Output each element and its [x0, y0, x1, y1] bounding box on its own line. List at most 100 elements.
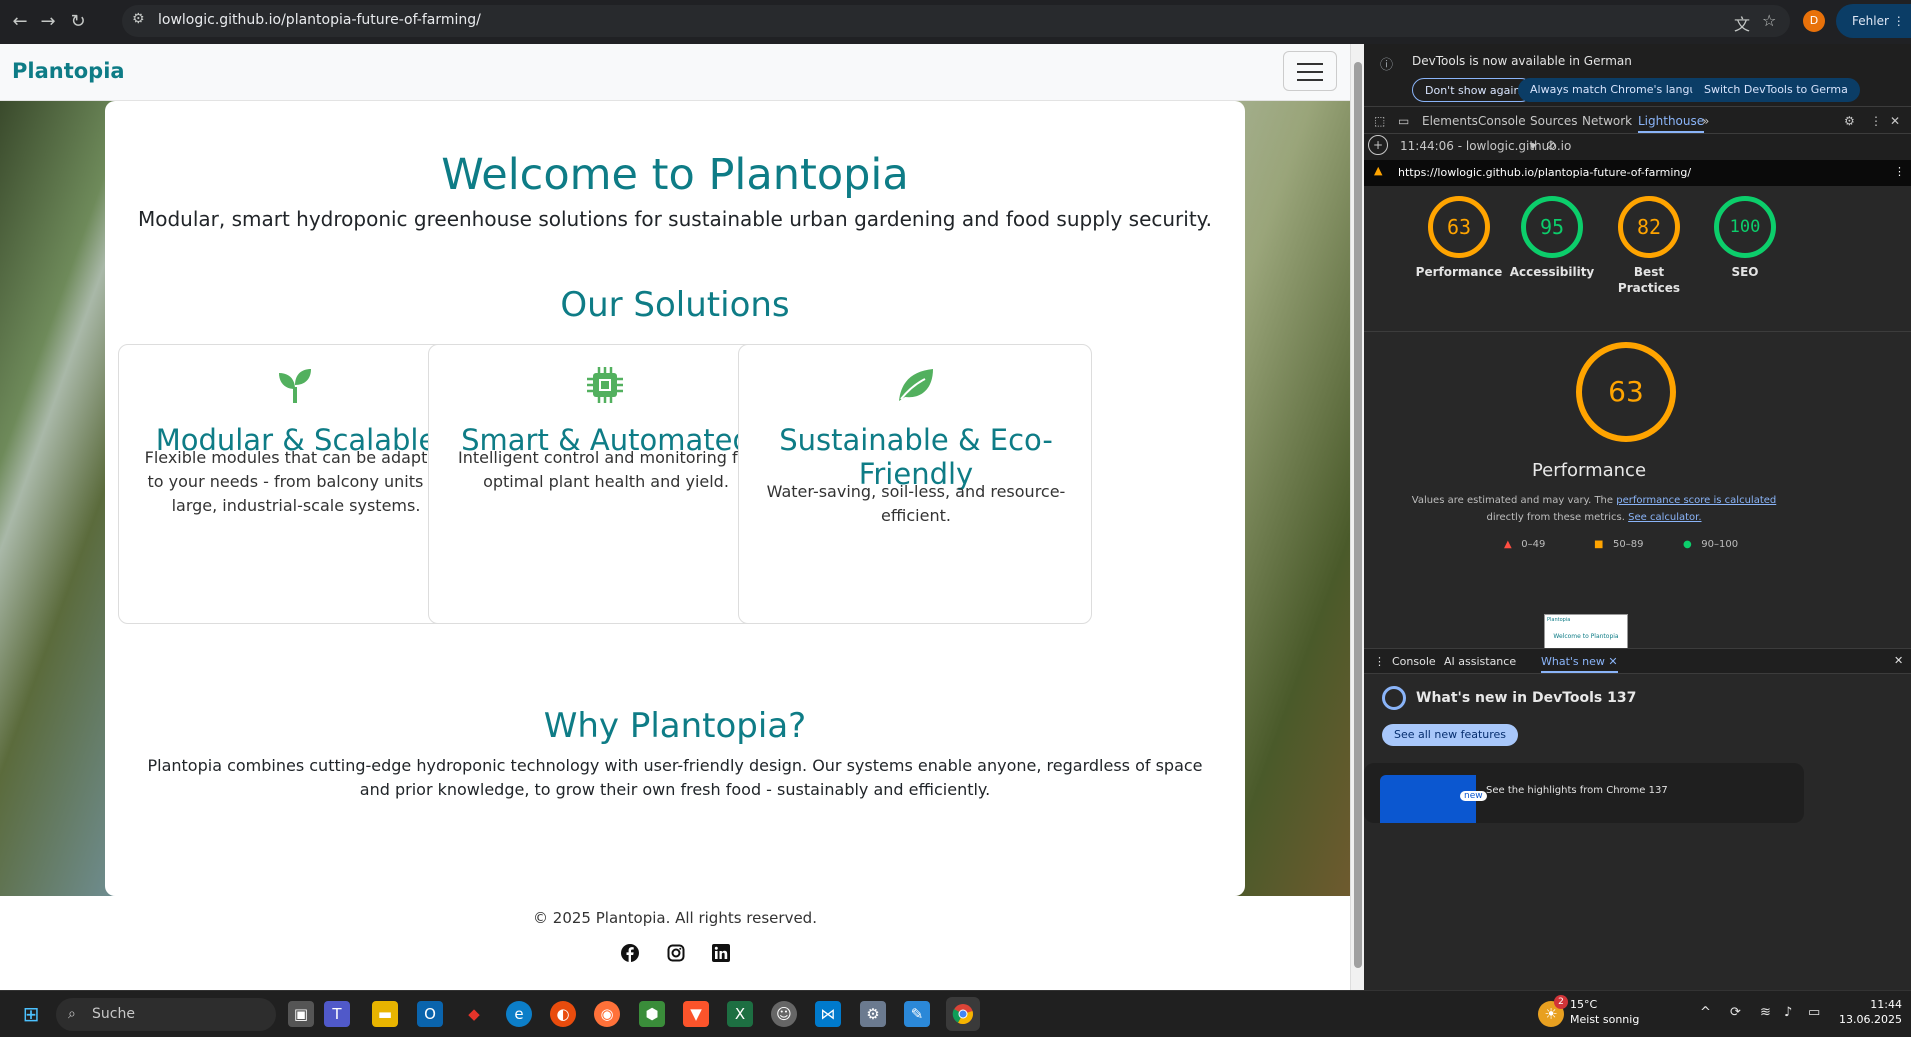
- linkedin-icon[interactable]: [711, 944, 731, 964]
- score-label: SEO: [1731, 265, 1759, 279]
- clear-reports-icon[interactable]: ⊘: [1546, 138, 1556, 152]
- app-icon[interactable]: ◆: [461, 1001, 487, 1027]
- tab-console[interactable]: Console: [1478, 114, 1526, 128]
- note-text: Values are estimated and may vary. The: [1411, 495, 1614, 506]
- score-gauge[interactable]: 82 Best Practices: [1605, 196, 1693, 296]
- score-gauge[interactable]: 95 Accessibility: [1508, 196, 1596, 280]
- settings-icon[interactable]: ⚙: [860, 1001, 886, 1027]
- system-clock[interactable]: 11:44 13.06.2025: [1832, 997, 1902, 1027]
- scrollbar-thumb[interactable]: [1354, 62, 1362, 968]
- score-calculated-link[interactable]: performance score is calculated: [1616, 495, 1776, 506]
- drawer-menu-icon[interactable]: ⋮: [1374, 655, 1385, 668]
- hamburger-menu-button[interactable]: [1283, 51, 1337, 91]
- address-bar-url: lowlogic.github.io/plantopia-future-of-f…: [158, 12, 481, 28]
- dont-show-again-button[interactable]: Don't show again: [1412, 78, 1534, 102]
- page-scrollbar[interactable]: [1350, 44, 1364, 990]
- excel-icon[interactable]: X: [727, 1001, 753, 1027]
- red-triangle-icon: ▲: [1504, 539, 1512, 550]
- instagram-icon[interactable]: [666, 944, 686, 964]
- why-text: Plantopia combines cutting-edge hydropon…: [147, 756, 1203, 799]
- outlook-icon[interactable]: O: [417, 1001, 443, 1027]
- translate-icon[interactable]: 文: [1734, 11, 1750, 35]
- site-info-icon[interactable]: ⚙: [132, 11, 145, 27]
- score-value: 63: [1428, 196, 1490, 258]
- app-icon[interactable]: ☺: [771, 1001, 797, 1027]
- cpu-icon: [429, 365, 781, 415]
- sync-icon[interactable]: ⟳: [1730, 1005, 1741, 1020]
- profile-avatar[interactable]: D: [1803, 10, 1825, 32]
- highlights-text: See the highlights from Chrome 137: [1486, 785, 1668, 796]
- performance-note: Values are estimated and may vary. The p…: [1404, 492, 1784, 526]
- score-gauge[interactable]: 100 SEO: [1701, 196, 1789, 280]
- kebab-menu-icon[interactable]: ⋮: [1870, 114, 1882, 128]
- info-message: DevTools is now available in German: [1412, 54, 1632, 68]
- report-menu-icon[interactable]: ⋮: [1894, 165, 1905, 178]
- devtools-panel: ⓘ DevTools is now available in German Do…: [1364, 44, 1911, 990]
- devtools-drawer: ⋮ Console AI assistance What's new ✕ ✕ W…: [1364, 648, 1911, 990]
- tab-lighthouse[interactable]: Lighthouse: [1638, 114, 1705, 133]
- weather-widget[interactable]: 15°C Meist sonnig: [1570, 997, 1639, 1027]
- drawer-tab-ai-assistance[interactable]: AI assistance: [1444, 655, 1516, 668]
- drawer-tab-console[interactable]: Console: [1392, 655, 1436, 668]
- tab-network[interactable]: Network: [1582, 114, 1632, 128]
- battery-icon[interactable]: ▭: [1808, 1005, 1820, 1020]
- score-label: Best Practices: [1617, 265, 1681, 295]
- chrome-icon[interactable]: [946, 997, 980, 1031]
- drawer-tab-label: What's new: [1541, 655, 1605, 668]
- close-drawer-icon[interactable]: ✕: [1894, 654, 1903, 667]
- see-all-features-button[interactable]: See all new features: [1382, 724, 1519, 746]
- site-navbar: Plantopia: [0, 44, 1350, 101]
- firefox-icon[interactable]: ◉: [594, 1001, 620, 1027]
- new-report-icon[interactable]: +: [1368, 135, 1388, 155]
- vscode-icon[interactable]: ⋈: [815, 1001, 841, 1027]
- brave-icon[interactable]: ▼: [683, 1001, 709, 1027]
- search-placeholder: Suche: [92, 1006, 135, 1022]
- calculator-link[interactable]: See calculator.: [1628, 512, 1701, 523]
- performance-gauge: 63: [1576, 342, 1676, 442]
- tab-elements[interactable]: Elements: [1422, 114, 1478, 128]
- report-url[interactable]: https://lowlogic.github.io/plantopia-fut…: [1398, 166, 1691, 179]
- close-devtools-icon[interactable]: ✕: [1890, 114, 1900, 128]
- site-footer: © 2025 Plantopia. All rights reserved.: [0, 896, 1350, 990]
- highlights-card[interactable]: new See the highlights from Chrome 137: [1364, 763, 1804, 823]
- settings-gear-icon[interactable]: ⚙: [1844, 114, 1855, 128]
- dropdown-caret-icon[interactable]: ▾: [1530, 139, 1536, 153]
- card-text: Flexible modules that can be adapted to …: [144, 448, 448, 515]
- teams-icon[interactable]: T: [324, 1001, 350, 1027]
- back-icon[interactable]: ←: [8, 10, 32, 34]
- edge-icon[interactable]: e: [506, 1001, 532, 1027]
- legend-green: ● 90–100: [1683, 539, 1738, 550]
- clock-time: 11:44: [1870, 998, 1902, 1011]
- taskbar-search[interactable]: ⌕ Suche: [56, 998, 276, 1031]
- device-toggle-icon[interactable]: ▭: [1398, 114, 1409, 128]
- more-tabs-icon[interactable]: »: [1702, 114, 1709, 128]
- inspect-icon[interactable]: ⬚: [1374, 114, 1385, 128]
- task-view-icon[interactable]: ▣: [288, 1001, 314, 1027]
- file-explorer-icon[interactable]: ▬: [372, 1001, 398, 1027]
- drawer-tabbar: ⋮ Console AI assistance What's new ✕ ✕: [1364, 648, 1911, 674]
- wifi-icon[interactable]: ≋: [1760, 1005, 1771, 1020]
- app-icon[interactable]: ✎: [904, 1001, 930, 1027]
- app-icon[interactable]: ⬢: [639, 1001, 665, 1027]
- reload-icon[interactable]: ↻: [66, 10, 90, 34]
- address-bar[interactable]: ⚙ lowlogic.github.io/plantopia-future-of…: [122, 5, 1790, 37]
- lighthouse-report-bar: + 11:44:06 - lowlogic.github.io ▾ ⊘: [1364, 134, 1911, 160]
- drawer-tab-whats-new[interactable]: What's new ✕: [1541, 655, 1618, 673]
- devtools-tabbar: ⬚ ▭ Elements Console Sources Network Lig…: [1364, 106, 1911, 134]
- devtools-infobar: ⓘ DevTools is now available in German Do…: [1364, 44, 1911, 106]
- chevron-up-icon[interactable]: ^: [1700, 1005, 1711, 1020]
- volume-icon[interactable]: ♪: [1784, 1005, 1792, 1020]
- switch-language-button[interactable]: Switch DevTools to Germa: [1692, 78, 1860, 102]
- site-brand[interactable]: Plantopia: [12, 59, 125, 83]
- why-title: Why Plantopia?: [543, 706, 807, 746]
- tab-sources[interactable]: Sources: [1530, 114, 1577, 128]
- facebook-icon[interactable]: [620, 944, 640, 964]
- page-screenshot-thumbnail[interactable]: Plantopia Welcome to Plantopia: [1544, 614, 1628, 650]
- forward-icon[interactable]: →: [36, 10, 60, 34]
- error-button[interactable]: Fehler ⋮: [1836, 4, 1911, 38]
- start-icon[interactable]: ⊞: [18, 1001, 44, 1027]
- app-icon[interactable]: ◐: [550, 1001, 576, 1027]
- score-gauge[interactable]: 63 Performance: [1415, 196, 1503, 280]
- bookmark-star-icon[interactable]: ☆: [1762, 11, 1776, 30]
- solutions-title: Our Solutions: [560, 285, 790, 325]
